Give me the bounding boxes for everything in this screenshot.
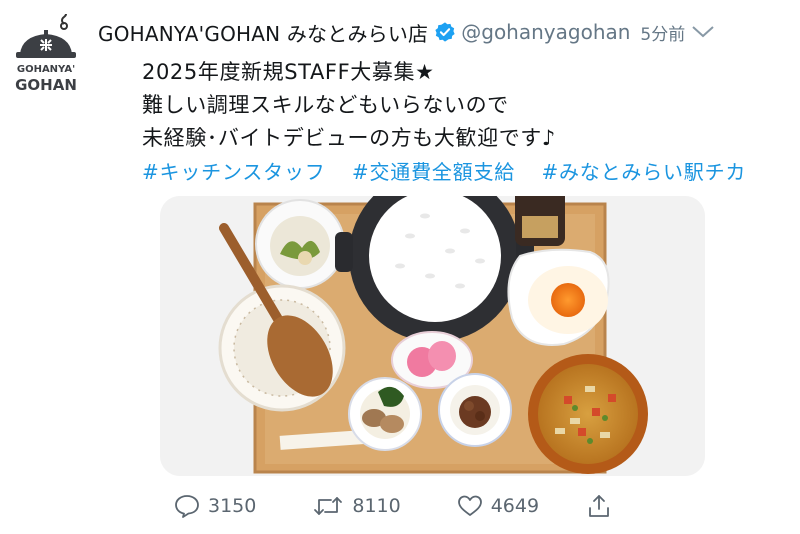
share-icon	[589, 495, 609, 517]
timestamp[interactable]: 5分前	[640, 20, 685, 45]
logo-text-top: GOHANYA'	[17, 64, 75, 75]
hashtag-link[interactable]: #キッチンスタッフ	[142, 160, 326, 184]
tweet-line: 2025年度新規STAFF大募集★	[142, 60, 435, 84]
logo-text-bottom: GOHAN	[15, 76, 77, 94]
tweet-photo[interactable]	[160, 196, 705, 476]
heart-icon	[457, 495, 482, 516]
tweet-header: GOHANYA'GOHAN みなとみらい店 @gohanyagohan 5分前	[98, 14, 800, 50]
retweet-button[interactable]: 8110	[312, 494, 401, 518]
tweet-text: 2025年度新規STAFF大募集★ 難しい調理スキルなどもいらないので 未経験･…	[142, 56, 792, 155]
retweet-icon	[314, 497, 343, 515]
like-count: 4649	[490, 495, 540, 517]
share-button[interactable]	[587, 493, 619, 519]
user-handle[interactable]: @gohanyagohan	[461, 20, 630, 44]
hashtag-row: #キッチンスタッフ #交通費全額支給 #みなとみらい駅チカ	[142, 156, 800, 188]
reply-icon	[175, 495, 199, 518]
reply-count: 3150	[208, 495, 257, 517]
hashtag-link[interactable]: #みなとみらい駅チカ	[541, 160, 746, 184]
display-name[interactable]: GOHANYA'GOHAN みなとみらい店	[98, 18, 428, 47]
meal-photo-image	[160, 196, 705, 476]
verified-badge-icon	[435, 22, 455, 42]
restaurant-logo: GOHANYA' GOHAN	[15, 10, 77, 94]
tweet-line: 未経験･バイトデビューの方も大歓迎です♪	[142, 126, 556, 150]
reply-button[interactable]: 3150	[174, 494, 256, 518]
account-avatar[interactable]: GOHANYA' GOHAN	[10, 10, 82, 96]
chevron-down-icon[interactable]	[691, 25, 715, 39]
tweet-action-bar: 3150 8110 4649	[174, 486, 734, 526]
hashtag-link[interactable]: #交通費全額支給	[352, 160, 515, 184]
retweet-count: 8110	[352, 495, 401, 517]
like-button[interactable]: 4649	[457, 494, 539, 518]
tweet-line: 難しい調理スキルなどもいらないので	[142, 93, 509, 117]
